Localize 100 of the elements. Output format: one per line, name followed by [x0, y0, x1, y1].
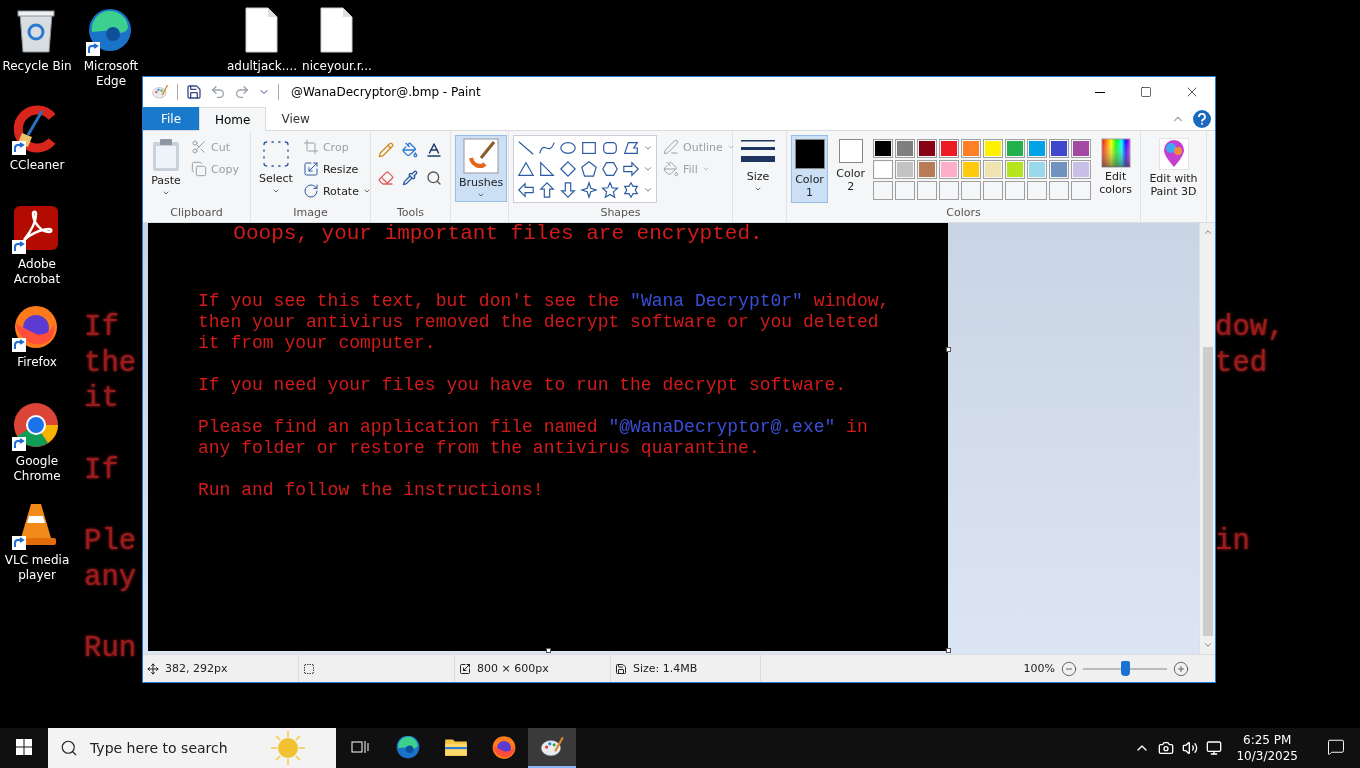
scroll-up-icon: [1202, 227, 1213, 237]
search-input[interactable]: Type here to search: [88, 739, 258, 757]
redo-icon[interactable]: [234, 84, 250, 100]
canvas-text: If you see this text, but don't see the "Wana Decrypt0r" window,: [198, 291, 891, 312]
pentagon-shape-icon[interactable]: [579, 159, 599, 179]
left-arrow-shape-icon[interactable]: [516, 180, 536, 200]
edit-colors-button[interactable]: Edit colors: [1095, 135, 1136, 199]
current-color-button[interactable]: Color 2: [832, 135, 870, 197]
canvas-text: then your antivirus removed the decrypt software or you deleted: [198, 312, 880, 333]
caret-icon: [362, 187, 371, 195]
paste-button[interactable]: Paste: [147, 135, 185, 200]
desktop-icon-label[interactable]: Microsoft Edge: [74, 59, 148, 89]
wallpaper-text: Run: [84, 631, 137, 667]
canvas-text: If you need your files you have to run the decrypt software.: [198, 375, 848, 396]
zoom-out-button[interactable]: [1061, 660, 1077, 677]
firefox-icon: [491, 734, 517, 760]
chevron-down-icon: [643, 185, 653, 195]
five-point-star-shape-icon[interactable]: [600, 180, 620, 200]
acrobat-icon: [12, 204, 60, 252]
desktop-icon-label[interactable]: niceyour.r...: [302, 59, 372, 74]
current-color-button[interactable]: Color 1: [791, 135, 829, 203]
brushes-button[interactable]: Brushes: [455, 135, 508, 202]
desktop-icon-label[interactable]: Firefox: [17, 355, 57, 370]
slider-thumb[interactable]: [1121, 660, 1130, 676]
zoom-level: 100%: [1023, 662, 1055, 675]
undo-icon[interactable]: [210, 84, 226, 100]
search-bar[interactable]: Type here to search: [48, 728, 336, 768]
resize-handle[interactable]: [946, 347, 951, 352]
file-size: Size: 1.4MB: [633, 662, 698, 675]
sun-icon: [268, 730, 308, 766]
image-dimensions: 800 × 600px: [477, 662, 549, 675]
caret-icon: [726, 143, 735, 151]
group-label: Shapes: [600, 206, 641, 221]
chrome-icon: [12, 401, 60, 449]
file-size-icon: [615, 662, 627, 675]
canvas-heading: Ooops, your important files are encrypted.: [232, 223, 764, 245]
resize-handle[interactable]: [546, 648, 551, 653]
help-icon[interactable]: [1193, 109, 1211, 128]
desktop-icon-label[interactable]: Recycle Bin: [2, 59, 72, 74]
resize-handle[interactable]: [946, 648, 951, 653]
color-spectrum-icon: [1100, 138, 1131, 168]
speech-bubble-icon: [1327, 738, 1345, 756]
wallpaper-text: dow,: [1215, 310, 1285, 346]
network-icon[interactable]: [1206, 740, 1223, 756]
desktop-icon-label[interactable]: adultjack....: [226, 59, 298, 74]
vertical-scrollbar[interactable]: [1199, 223, 1215, 654]
wallpaper-text: in: [1215, 524, 1251, 560]
down-arrow-shape-icon[interactable]: [558, 180, 578, 200]
line-shape-icon[interactable]: [516, 138, 536, 158]
ribbon-tab[interactable]: View: [266, 107, 325, 130]
task-view-icon: [351, 739, 369, 755]
right-arrow-shape-icon[interactable]: [621, 159, 641, 179]
search-icon: [60, 739, 78, 757]
wallpaper-text: any: [84, 559, 137, 596]
wallpaper-text: If: [84, 452, 120, 489]
caret-icon: [162, 189, 170, 197]
rotate-button[interactable]: Rotate: [300, 181, 373, 201]
desktop-icon-label[interactable]: CCleaner: [9, 158, 65, 173]
wallpaper-text: If: [84, 310, 120, 346]
canvas-text: any folder or restore from the antivirus quarantine.: [198, 438, 761, 459]
select-button[interactable]: Select: [255, 135, 297, 198]
group-label: Colors: [946, 206, 981, 221]
four-point-star-shape-icon[interactable]: [579, 180, 599, 200]
minus-icon: [1061, 660, 1077, 677]
plus-icon: [1173, 660, 1189, 677]
camera-icon[interactable]: [1158, 740, 1175, 756]
caret-icon: [754, 185, 762, 193]
scroll-down-icon: [1202, 640, 1213, 650]
clock[interactable]: 6:25 PM 10/3/2025: [1230, 732, 1304, 764]
file-menu-tab[interactable]: File: [143, 107, 199, 130]
triangle-shape-icon[interactable]: [516, 159, 536, 179]
resize-button[interactable]: Resize: [300, 159, 373, 179]
paint-3d-button[interactable]: Edit with Paint 3D: [1145, 135, 1202, 201]
desktop-icon-label[interactable]: Google Chrome: [0, 454, 74, 484]
six-point-star-shape-icon[interactable]: [621, 180, 641, 200]
size-button[interactable]: Size: [737, 135, 779, 196]
hexagon-shape-icon[interactable]: [600, 159, 620, 179]
group-label: Tools: [396, 206, 425, 221]
taskbar-app-button[interactable]: [528, 728, 576, 768]
diamond-shape-icon[interactable]: [558, 159, 578, 179]
zoom-in-button[interactable]: [1173, 660, 1189, 677]
windows-logo-icon: [16, 739, 32, 755]
up-arrow-shape-icon[interactable]: [537, 180, 557, 200]
group-label: Image: [293, 206, 328, 221]
scissors-icon: [191, 139, 207, 155]
wallpaper-text: it: [84, 381, 120, 418]
ribbon-tab[interactable]: Home: [199, 107, 267, 131]
volume-icon[interactable]: [1182, 740, 1199, 756]
canvas-text: Please find an application file named "@WanaDecryptor@.exe" in: [198, 417, 869, 438]
desktop-icon-label[interactable]: VLC media player: [0, 553, 74, 583]
save-icon[interactable]: [186, 84, 202, 100]
chevron-down-icon: [643, 164, 653, 174]
rotate-icon: [302, 183, 319, 199]
desktop-icon-label[interactable]: Adobe Acrobat: [0, 257, 74, 287]
right-triangle-shape-icon[interactable]: [537, 159, 557, 179]
canvas-size-icon: [459, 662, 471, 675]
brush-icon: [463, 138, 500, 174]
caret-icon: [271, 187, 280, 195]
minimize-icon: [1095, 91, 1105, 93]
group-label: Clipboard: [170, 206, 223, 221]
